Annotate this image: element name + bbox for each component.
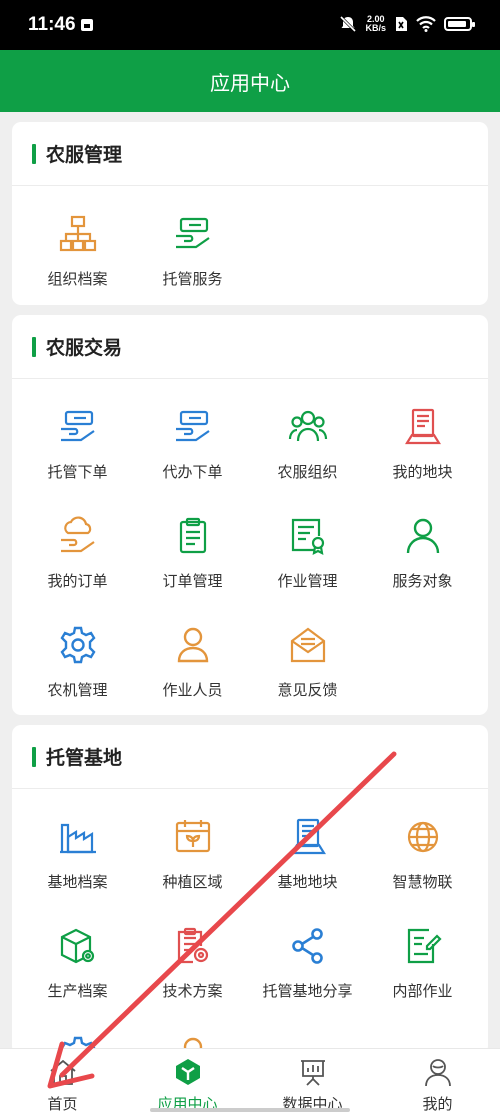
app-item-org-archive[interactable]: 组织档案: [20, 200, 135, 309]
land-plot-icon: [404, 408, 441, 445]
app-item-internal-work[interactable]: 内部作业: [365, 912, 480, 1021]
app-item-label: 托管基地分享: [262, 982, 353, 1000]
section-title: 农服交易: [46, 337, 123, 359]
app-item-trust-order[interactable]: 托管下单: [20, 393, 135, 502]
section-accent-bar: [32, 336, 36, 357]
app-center-icon: [175, 1059, 200, 1085]
app-item-label: 农机管理: [47, 681, 108, 699]
tab-label: 我的: [422, 1095, 453, 1113]
section-card-management: 农服管理 组织档案 托管服务: [12, 122, 488, 305]
envelope-icon: [290, 627, 325, 663]
battery-icon: [444, 17, 475, 31]
app-item-workers[interactable]: 作业人员: [135, 611, 250, 720]
app-item-base-share[interactable]: 托管基地分享: [250, 912, 365, 1021]
section-accent-bar: [32, 143, 36, 164]
app-item-machine-manage[interactable]: 农机管理: [20, 611, 135, 720]
app-item-label: 农服组织: [277, 463, 338, 481]
page-header: 应用中心: [0, 50, 500, 112]
status-right: 2.00 KB/s: [339, 15, 475, 33]
app-item-label: 订单管理: [162, 572, 223, 590]
factory-icon: [59, 823, 96, 854]
app-item-my-order[interactable]: 我的订单: [20, 502, 135, 611]
app-item-feedback[interactable]: 意见反馈: [250, 611, 365, 720]
user-icon: [406, 518, 439, 554]
home-indicator[interactable]: [150, 1108, 350, 1112]
status-bar: 11:46 2.00 KB/s: [0, 0, 500, 50]
org-chart-icon: [59, 215, 96, 252]
app-item-label: 我的地块: [392, 463, 453, 481]
section-card-base: 托管基地 基地档案 种植区域 基地地块 智慧物联 生产档案 技术方案 托管基地分…: [12, 725, 488, 1074]
app-item-label: 服务对象: [392, 572, 453, 590]
app-item-label: 技术方案: [162, 982, 223, 1000]
app-item-label: 智慧物联: [392, 873, 453, 891]
sim-off-icon: [396, 17, 407, 31]
tab-home[interactable]: 首页: [0, 1049, 125, 1115]
app-item-service-target[interactable]: 服务对象: [365, 502, 480, 611]
app-item-label: 意见反馈: [277, 681, 338, 699]
app-item-order-manage[interactable]: 订单管理: [135, 502, 250, 611]
share-icon: [291, 928, 323, 964]
mute-bell-icon: [340, 15, 357, 33]
app-item-label: 生产档案: [47, 982, 108, 1000]
app-item-my-land[interactable]: 我的地块: [365, 393, 480, 502]
certificate-icon: [291, 518, 324, 555]
globe-icon: [407, 821, 438, 853]
app-item-label: 托管服务: [162, 270, 223, 288]
section-header: 农服管理: [12, 122, 488, 186]
bottom-tab-bar: 首页 应用中心 数据中心 我的: [0, 1048, 500, 1115]
app-item-label: 种植区域: [162, 873, 223, 891]
tab-label: 首页: [47, 1095, 78, 1113]
section-header: 托管基地: [12, 725, 488, 789]
notification-icon: [81, 19, 93, 31]
home-icon: [49, 1059, 76, 1085]
app-item-label: 组织档案: [47, 270, 108, 288]
app-item-label: 基地地块: [277, 873, 338, 891]
app-item-label: 内部作业: [392, 982, 453, 1000]
page-title: 应用中心: [210, 70, 290, 95]
app-item-label: 基地档案: [47, 873, 108, 891]
calendar-plant-icon: [175, 820, 210, 853]
app-item-label: 作业人员: [162, 681, 223, 699]
section-title: 托管基地: [46, 747, 123, 769]
status-time: 11:46: [28, 14, 76, 35]
gear-icon: [59, 626, 96, 664]
data-board-icon: [300, 1060, 325, 1086]
hand-card-icon: [60, 410, 95, 442]
hand-card-icon: [175, 217, 210, 249]
person-icon: [177, 627, 208, 663]
app-item-trust-service[interactable]: 托管服务: [135, 200, 250, 309]
app-item-base-archive[interactable]: 基地档案: [20, 803, 135, 912]
cloud-hand-icon: [60, 516, 95, 553]
profile-icon: [424, 1059, 451, 1087]
tab-mine[interactable]: 我的: [375, 1049, 500, 1115]
app-item-label: 作业管理: [277, 572, 338, 590]
speed-unit: KB/s: [365, 23, 386, 33]
hand-card-icon: [175, 410, 210, 442]
network-speed: 2.00 KB/s: [365, 15, 386, 33]
app-item-plant-area[interactable]: 种植区域: [135, 803, 250, 912]
tab-data-center[interactable]: 数据中心: [250, 1049, 375, 1115]
section-accent-bar: [32, 746, 36, 767]
wifi-icon: [416, 16, 436, 32]
app-item-service-org[interactable]: 农服组织: [250, 393, 365, 502]
section-header: 农服交易: [12, 315, 488, 379]
document-gear-icon: [177, 927, 208, 964]
app-item-label: 托管下单: [47, 463, 108, 481]
clipboard-icon: [179, 517, 206, 554]
edit-doc-icon: [407, 928, 442, 964]
section-card-trading: 农服交易 托管下单 代办下单 农服组织 我的地块 我的订单 订单管理 作业管理 …: [12, 315, 488, 715]
app-item-work-manage[interactable]: 作业管理: [250, 502, 365, 611]
app-item-label: 代办下单: [162, 463, 223, 481]
app-item-base-land[interactable]: 基地地块: [250, 803, 365, 912]
tab-app-center[interactable]: 应用中心: [125, 1049, 250, 1115]
app-item-label: 我的订单: [47, 572, 108, 590]
group-icon: [288, 410, 327, 442]
app-item-tech-plan[interactable]: 技术方案: [135, 912, 250, 1021]
app-item-smart-iot[interactable]: 智慧物联: [365, 803, 480, 912]
land-plot-icon: [289, 818, 326, 855]
app-item-agent-order[interactable]: 代办下单: [135, 393, 250, 502]
box-gear-icon: [60, 928, 94, 964]
section-title: 农服管理: [46, 144, 123, 166]
app-item-production-archive[interactable]: 生产档案: [20, 912, 135, 1021]
